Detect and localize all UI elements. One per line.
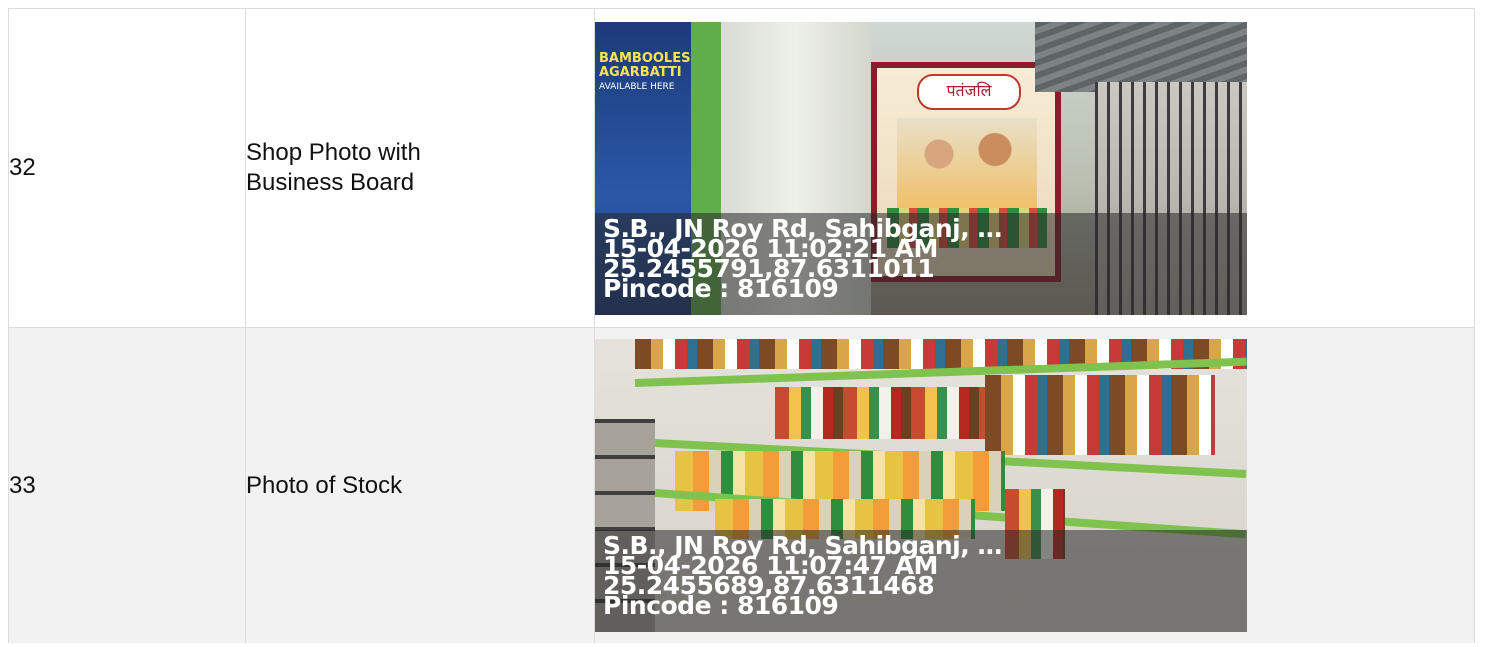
document-table: 32 Shop Photo with Business Board BAMBOO… bbox=[8, 8, 1475, 643]
shop-photo[interactable]: BAMBOOLESS AGARBATTI AVAILABLE HERE पतंज… bbox=[595, 21, 1247, 315]
jars-goods bbox=[985, 375, 1215, 455]
photo-cell: S.B., JN Roy Rd, Sahibganj, … 15-04-2026… bbox=[594, 327, 1475, 643]
geotag-overlay: S.B., JN Roy Rd, Sahibganj, … 15-04-2026… bbox=[595, 530, 1247, 632]
document-label: Shop Photo with Business Board bbox=[245, 8, 595, 328]
poster-text-3: AVAILABLE HERE bbox=[599, 81, 675, 92]
row-number: 33 bbox=[8, 327, 246, 643]
row-number: 32 bbox=[8, 8, 246, 328]
document-label-text: Shop Photo with Business Board bbox=[246, 139, 421, 196]
poster-text-1: BAMBOOLESS bbox=[599, 50, 700, 66]
table-row: 33 Photo of Stock S.B., JN Roy Rd, Sahib… bbox=[8, 327, 1475, 643]
poster-text-2: AGARBATTI bbox=[599, 64, 682, 80]
board-title: पतंजलि bbox=[917, 73, 1021, 110]
document-label: Photo of Stock bbox=[245, 327, 595, 643]
board-people-image bbox=[897, 117, 1037, 208]
table-row: 32 Shop Photo with Business Board BAMBOO… bbox=[8, 8, 1475, 328]
geotag-overlay: S.B., JN Roy Rd, Sahibganj, … 15-04-2026… bbox=[595, 212, 1247, 315]
photo-cell: BAMBOOLESS AGARBATTI AVAILABLE HERE पतंज… bbox=[594, 8, 1475, 328]
stock-photo[interactable]: S.B., JN Roy Rd, Sahibganj, … 15-04-2026… bbox=[595, 339, 1247, 632]
